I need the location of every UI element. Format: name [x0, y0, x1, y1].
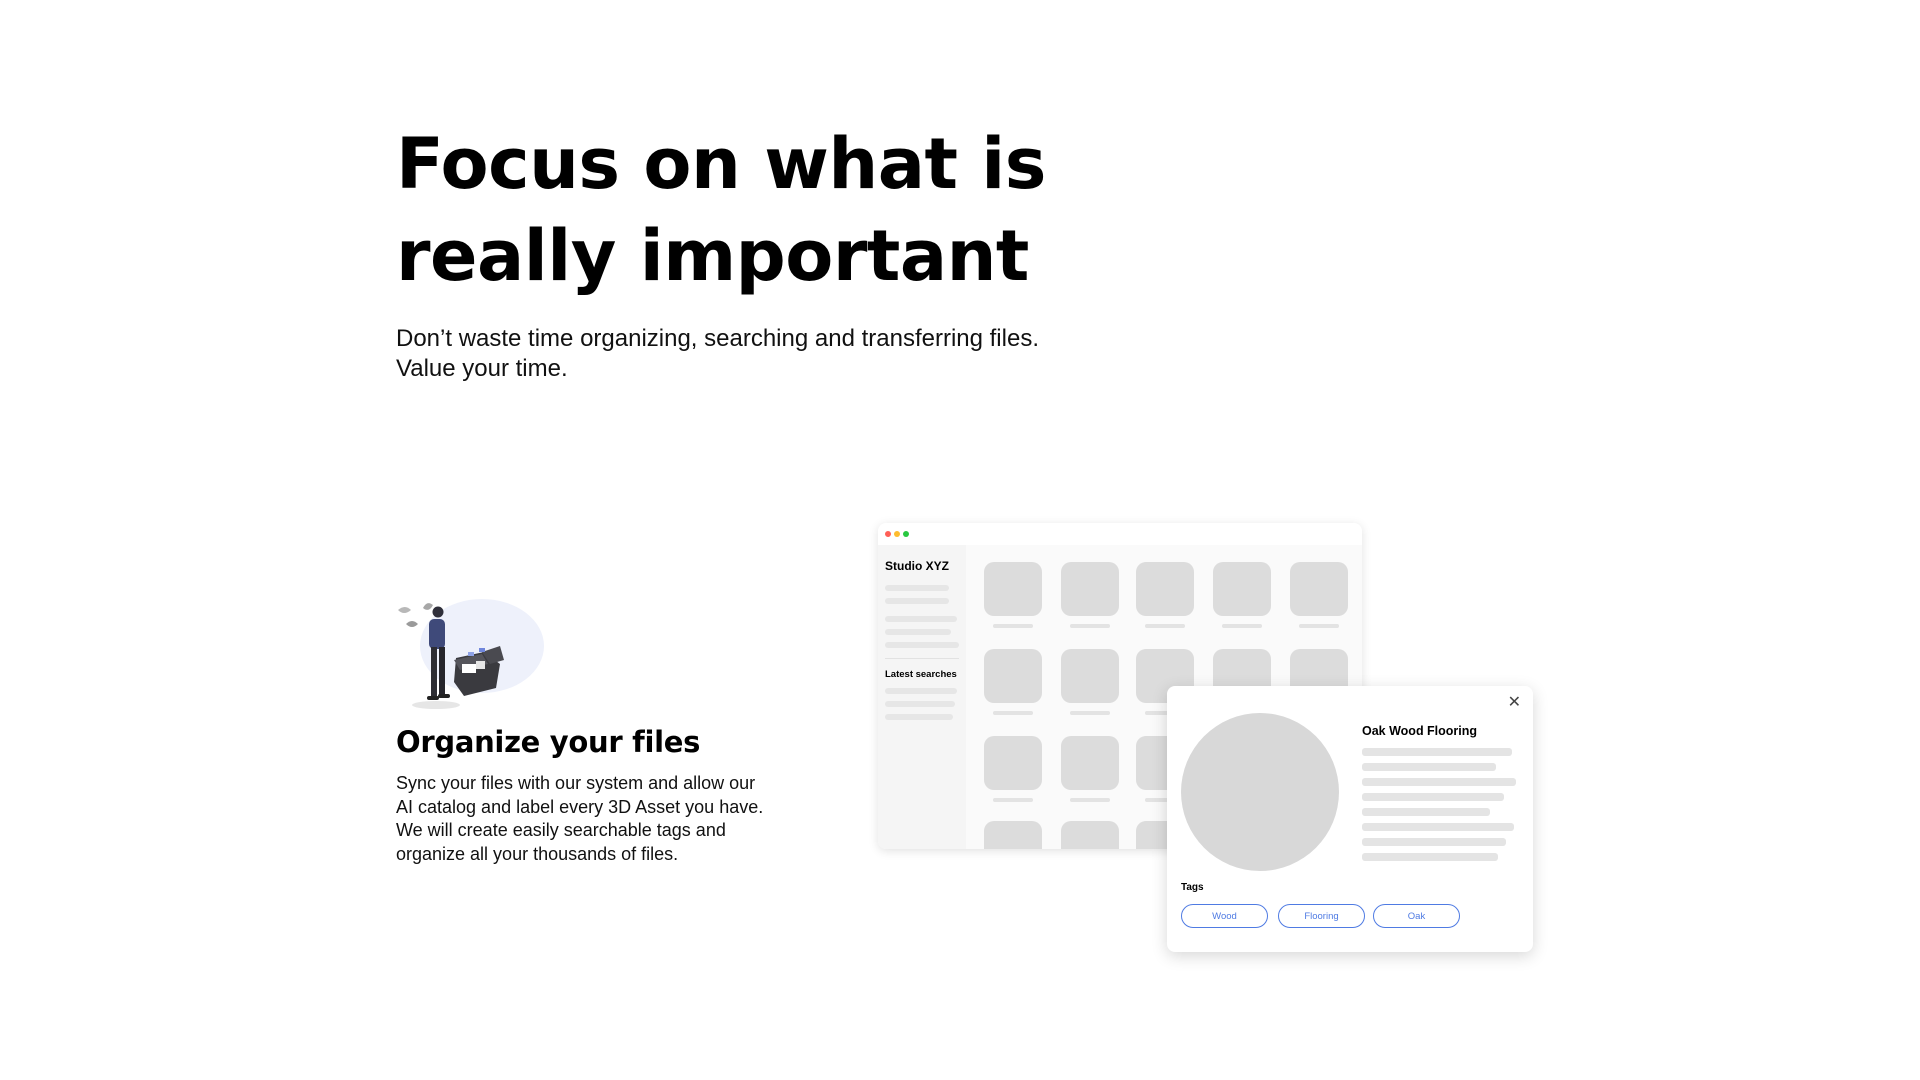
asset-name-placeholder: [1070, 798, 1110, 802]
detail-placeholder-bar: [1362, 853, 1498, 861]
organize-illustration: [396, 598, 544, 710]
sidebar-placeholder-bar: [885, 598, 949, 604]
asset-thumbnail[interactable]: [1061, 736, 1119, 790]
asset-thumbnail[interactable]: [1061, 821, 1119, 849]
hero-section: Focus on what is really important Don’t …: [396, 118, 1156, 384]
asset-thumbnail[interactable]: [984, 821, 1042, 849]
app-sidebar: Studio XYZ Latest searches: [878, 545, 966, 849]
asset-name-placeholder: [993, 798, 1033, 802]
tags-label: Tags: [1181, 882, 1204, 893]
sidebar-placeholder-bar: [885, 642, 959, 648]
asset-name-placeholder: [1145, 624, 1185, 628]
asset-thumbnail[interactable]: [1213, 562, 1271, 616]
asset-thumbnail[interactable]: [984, 649, 1042, 703]
tag-oak[interactable]: Oak: [1373, 904, 1460, 928]
asset-name-placeholder: [1070, 711, 1110, 715]
asset-thumbnail[interactable]: [1061, 649, 1119, 703]
asset-thumbnail[interactable]: [984, 562, 1042, 616]
sidebar-brand: Studio XYZ: [885, 559, 949, 573]
hero-title-line-1: Focus on what is: [396, 123, 1046, 205]
sidebar-divider: [885, 658, 959, 659]
hero-subtitle: Don’t waste time organizing, searching a…: [396, 324, 1156, 384]
asset-thumbnail[interactable]: [984, 736, 1042, 790]
asset-name-placeholder: [1299, 624, 1339, 628]
asset-name-placeholder: [993, 624, 1033, 628]
feature-organize: Organize your files Sync your files with…: [396, 598, 776, 866]
hero-title-line-2: really important: [396, 215, 1029, 297]
window-minimize-dot[interactable]: [894, 531, 900, 537]
feature-description: Sync your files with our system and allo…: [396, 773, 764, 864]
detail-placeholder-bar: [1362, 808, 1490, 816]
window-maximize-dot[interactable]: [903, 531, 909, 537]
latest-searches-heading: Latest searches: [885, 669, 957, 680]
detail-placeholder-bar: [1362, 748, 1512, 756]
sidebar-placeholder-bar: [885, 585, 949, 591]
tag-wood[interactable]: Wood: [1181, 904, 1268, 928]
asset-thumbnail[interactable]: [1061, 562, 1119, 616]
detail-placeholder-bar: [1362, 793, 1504, 801]
detail-placeholder-bar: [1362, 838, 1506, 846]
asset-title: Oak Wood Flooring: [1362, 724, 1478, 738]
feature-title: Organize your files: [396, 725, 701, 759]
hero-subtitle-line-2: Value your time.: [396, 355, 568, 382]
sidebar-placeholder-bar: [885, 629, 951, 635]
latest-search-placeholder[interactable]: [885, 688, 957, 694]
detail-placeholder-bar: [1362, 823, 1514, 831]
asset-detail-panel: ✕ Oak Wood Flooring Tags Wood Flooring O…: [1167, 686, 1533, 952]
hero-title: Focus on what is really important: [396, 118, 1156, 302]
latest-search-placeholder[interactable]: [885, 714, 953, 720]
asset-preview-image: [1181, 713, 1339, 871]
hero-subtitle-line-1: Don’t waste time organizing, searching a…: [396, 325, 1039, 352]
asset-thumbnail[interactable]: [1290, 562, 1348, 616]
detail-placeholder-bar: [1362, 778, 1516, 786]
latest-search-placeholder[interactable]: [885, 701, 955, 707]
asset-name-placeholder: [1222, 624, 1262, 628]
asset-name-placeholder: [993, 711, 1033, 715]
window-titlebar: [878, 523, 1362, 545]
asset-name-placeholder: [1070, 624, 1110, 628]
sidebar-placeholder-bar: [885, 616, 957, 622]
close-icon[interactable]: ✕: [1508, 692, 1521, 712]
tag-flooring[interactable]: Flooring: [1278, 904, 1365, 928]
asset-thumbnail[interactable]: [1136, 562, 1194, 616]
window-close-dot[interactable]: [885, 531, 891, 537]
detail-placeholder-bar: [1362, 763, 1496, 771]
